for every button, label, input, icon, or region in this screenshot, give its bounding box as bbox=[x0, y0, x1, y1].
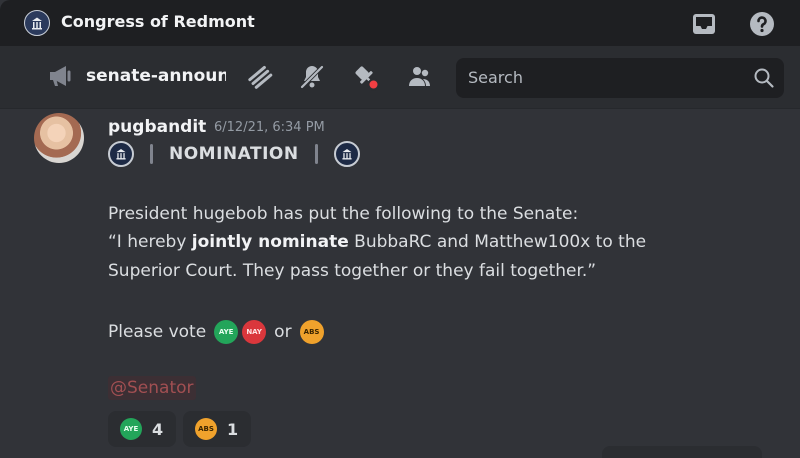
user-avatar[interactable] bbox=[34, 113, 84, 163]
message-line: “I hereby jointly nominate BubbaRC and M… bbox=[108, 232, 647, 252]
congress-seal-icon bbox=[333, 141, 360, 167]
vote-instructions: Please vote AYE NAY or ABS bbox=[108, 318, 326, 346]
search-box[interactable]: Search bbox=[456, 58, 784, 98]
message-line: Superior Court. They pass together or th… bbox=[108, 261, 597, 281]
nomination-header: NOMINATION bbox=[108, 140, 360, 168]
title-bar: Congress of Redmont bbox=[0, 0, 800, 46]
reaction-count: 4 bbox=[152, 419, 164, 439]
members-icon[interactable] bbox=[406, 64, 434, 90]
aye-emoji: AYE bbox=[120, 418, 142, 440]
server-logo-icon[interactable] bbox=[24, 10, 50, 36]
search-input[interactable]: Search bbox=[468, 68, 523, 87]
inbox-icon[interactable] bbox=[691, 11, 717, 37]
aye-emoji: AYE bbox=[214, 320, 239, 344]
divider bbox=[150, 144, 153, 164]
help-icon[interactable] bbox=[749, 11, 775, 37]
nomination-title: NOMINATION bbox=[169, 144, 299, 164]
message-line: President hugebob has put the following … bbox=[108, 204, 579, 224]
role-mention[interactable]: @Senator bbox=[108, 376, 196, 400]
megaphone-icon bbox=[50, 66, 71, 86]
message-author[interactable]: pugbandit bbox=[108, 117, 206, 137]
divider bbox=[314, 144, 318, 164]
abs-emoji: ABS bbox=[195, 418, 217, 440]
threads-icon[interactable] bbox=[246, 63, 274, 91]
reaction-count: 1 bbox=[227, 419, 239, 439]
emphasis-text: jointly nominate bbox=[191, 232, 349, 252]
abs-emoji: ABS bbox=[299, 320, 324, 344]
channel-name: senate-announ bbox=[86, 66, 226, 86]
channel-header: senate-announ Search bbox=[0, 46, 800, 109]
mute-icon[interactable] bbox=[298, 63, 326, 91]
reaction-abs[interactable]: ABS 1 bbox=[183, 411, 251, 447]
reaction-aye[interactable]: AYE 4 bbox=[108, 411, 176, 447]
message-toolbar-edge bbox=[602, 446, 762, 458]
message-timestamp: 6/12/21, 6:34 PM bbox=[214, 120, 325, 135]
pin-icon[interactable] bbox=[352, 63, 382, 93]
congress-seal-icon bbox=[108, 141, 134, 167]
search-icon bbox=[754, 68, 774, 88]
nay-emoji: NAY bbox=[242, 320, 267, 344]
server-name[interactable]: Congress of Redmont bbox=[61, 12, 255, 31]
